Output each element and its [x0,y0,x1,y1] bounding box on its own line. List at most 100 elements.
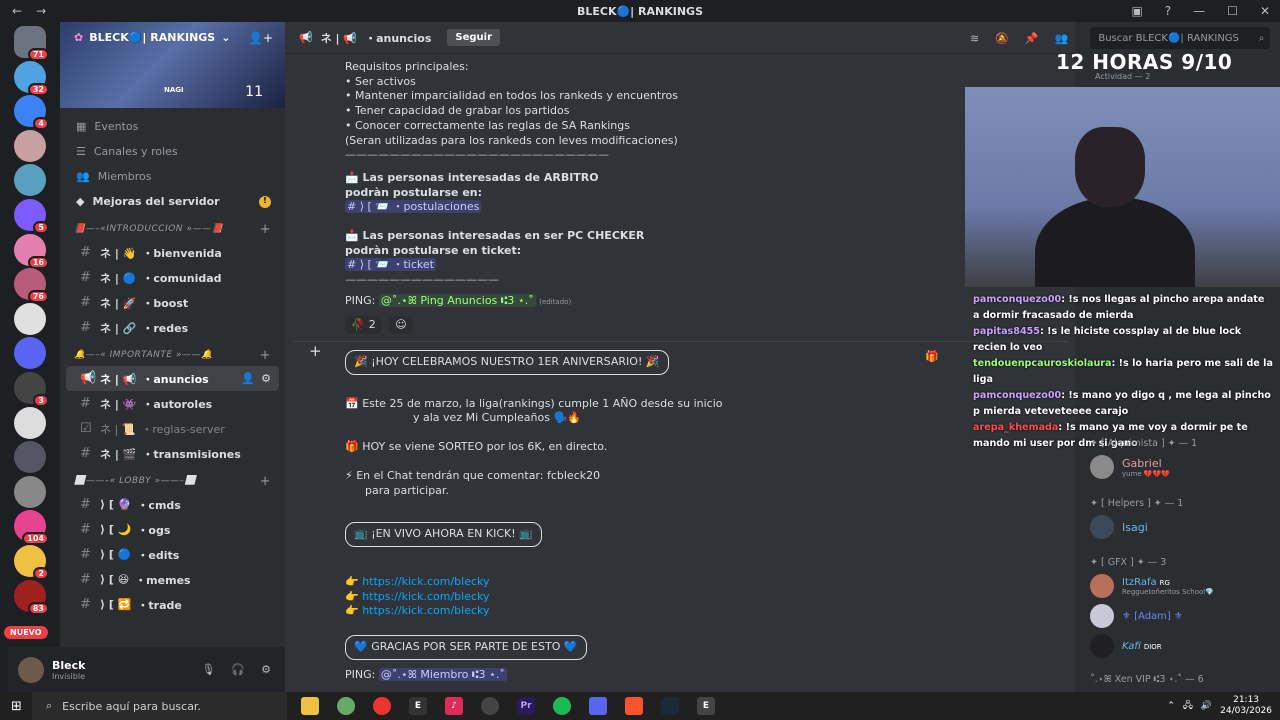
brave-icon[interactable] [625,697,643,715]
server-icon[interactable] [14,406,46,439]
server-icon[interactable] [14,302,46,335]
add-channel-icon[interactable]: + [260,474,271,489]
channel-item[interactable]: # ⟩ [ 🔮 ・cmds [66,492,279,517]
spotify-icon[interactable] [553,697,571,715]
guild-name[interactable]: ✿ BLECK🔵| RANKINGS ⌄ [74,31,230,44]
menu-events[interactable]: ▦ Eventos [60,114,285,139]
steam-icon[interactable] [661,697,679,715]
clock-date[interactable]: 24/03/2026 [1220,706,1272,717]
role-mention[interactable]: @˚.⋆ꕤ Ping Anuncios ⑆3 ⋆.˚ [378,293,536,307]
channel-mention[interactable]: # ⟩ [ 📨 ・postulaciones [345,200,482,214]
kick-link[interactable]: https://kick.com/blecky [362,604,489,617]
invite-icon[interactable]: 👤 [241,372,255,385]
tray-chevron-icon[interactable]: ⌃ [1167,701,1175,711]
add-channel-icon[interactable]: + [260,222,271,237]
network-icon[interactable]: 🖧 [1183,698,1193,714]
channel-item[interactable]: # ⟩ [ 🌙 ・ogs [66,517,279,542]
channel-item[interactable]: # ネ | 👾 ・autoroles [66,391,279,416]
obs-icon[interactable] [481,697,499,715]
tiktok-icon[interactable]: ♪ [445,697,463,715]
volume-icon[interactable]: 🔊 [1201,701,1212,711]
server-icon[interactable] [14,337,46,370]
close-button[interactable]: ✕ [1260,4,1270,18]
channel-item[interactable]: ☑ ネ | 📜 ・reglas-server [66,416,279,441]
server-icon[interactable] [14,164,46,197]
channel-item[interactable]: 📢 ネ | 📢 ・anuncios 👤 ⚙ [66,366,279,391]
guild-banner[interactable]: ✿ BLECK🔵| RANKINGS ⌄ 👤+ NAGI 11 [60,22,285,108]
app-icon[interactable] [337,697,355,715]
server-icon[interactable]: 16 [14,233,49,269]
menu-server-boosts[interactable]: ◆ Mejoras del servidor! [60,189,285,214]
member-row[interactable]: ⚜ [Adam] ⚜ [1090,604,1214,628]
menu-members[interactable]: 👥 Miembros [60,164,285,189]
clock-time[interactable]: 21:13 [1220,695,1272,706]
channel-item[interactable]: # ネ | 🚀 ・boost [66,290,279,315]
channel-item[interactable]: # ⟩ [ 🔵 ・edits [66,542,279,567]
settings-gear-icon[interactable]: ⚙ [261,663,271,676]
server-icon[interactable]: 104 [14,510,49,546]
member-row[interactable]: Kafi DIOR [1090,634,1214,658]
epic-games-icon[interactable]: E [409,697,427,715]
server-icon[interactable]: 5 [14,199,49,234]
inbox-icon[interactable]: ▣ [1131,4,1142,18]
menu-channels-roles[interactable]: ☰ Canales y roles [60,139,285,164]
reaction[interactable]: 🥀 2 [345,315,382,335]
member-row[interactable]: ItzRafa RG Regguetoñeritos School💎 [1090,574,1214,598]
avatar [1090,634,1114,658]
search-input[interactable]: Buscar BLECK🔵| RANKINGS ⌕ [1090,27,1271,49]
pin-icon[interactable]: 📌 [1025,32,1039,45]
server-icon[interactable]: 32 [14,60,49,96]
premiere-icon[interactable]: Pr [517,697,535,715]
taskbar-search[interactable]: ⌕ Escribe aquí para buscar. [32,692,287,720]
server-icon[interactable] [14,475,46,508]
role-mention[interactable]: @˚.⋆ꕤ Miembro ⑆3 ⋆.˚ [378,667,507,681]
headphones-icon[interactable]: 🎧 [231,663,245,676]
message-line: 🎁 HOY se viene SORTEO por los 6K, en dir… [345,440,608,454]
minimize-button[interactable]: — [1193,4,1205,18]
category-lobby[interactable]: ⬜——–« LOBBY »——–⬜ + [60,470,285,492]
windows-start-icon[interactable]: ⊞ [11,699,22,714]
member-row[interactable]: Gabriel yume 💔💔💔 [1090,455,1197,479]
epic-launcher-icon[interactable]: E [697,697,715,715]
channel-item[interactable]: # ネ | 🎬 ・transmisiones [66,441,279,466]
server-icon[interactable] [14,441,46,474]
channel-item[interactable]: # ネ | 👋 ・bienvenida [66,240,279,265]
kick-link[interactable]: https://kick.com/blecky [362,575,489,588]
add-channel-icon[interactable]: + [260,348,271,363]
server-icon[interactable]: 3 [14,372,49,407]
new-badge[interactable]: NUEVO [4,626,48,639]
channel-item[interactable]: # ⟩ [ 😆 ・memes [66,567,279,592]
mute-icon[interactable]: 🔕 [995,32,1009,45]
member-name: Kafi [1122,640,1141,652]
channel-item[interactable]: # ⟩ [ 🔁 ・trade [66,592,279,617]
microphone-icon[interactable]: 🎙 [201,663,215,676]
server-icon[interactable]: 2 [14,545,49,580]
server-icon[interactable]: 76 [14,268,49,304]
follow-button[interactable]: Seguir [447,29,501,46]
server-icon[interactable]: 71 [14,26,49,61]
server-icon[interactable]: 83 [14,579,49,615]
gift-icon[interactable]: 🎁 [925,350,939,363]
gear-icon[interactable]: ⚙ [261,372,271,385]
member-list-icon[interactable]: 👥 [1055,32,1069,45]
discord-icon[interactable] [589,697,607,715]
server-icon[interactable] [14,129,46,162]
category-importante[interactable]: 🔔—–« IMPORTANTE »——🔔 + [60,344,285,366]
maximize-button[interactable]: ☐ [1227,4,1238,18]
invite-icon[interactable]: 👤+ [248,31,273,45]
add-icon[interactable]: + [309,342,322,360]
channel-mention[interactable]: # ⟩ [ 📨 ・ticket [345,258,436,272]
category-introduccion[interactable]: 📕—–«INTRODUCCION »——📕 + [60,218,285,240]
member-row[interactable]: Isagi [1090,515,1183,539]
media-player-icon[interactable] [373,697,391,715]
channel-item[interactable]: # ネ | 🔗 ・redes [66,315,279,340]
add-reaction-icon[interactable]: ☺ [389,315,413,335]
threads-icon[interactable]: ≋ [970,32,979,45]
server-icon[interactable]: 4 [14,95,49,131]
channel-item[interactable]: # ネ | 🔵 ・comunidad [66,265,279,290]
avatar[interactable] [18,656,44,683]
help-icon[interactable]: ? [1165,4,1171,18]
channel-prefix: ネ | 🔵 [100,271,137,285]
file-explorer-icon[interactable] [301,697,319,715]
kick-link[interactable]: https://kick.com/blecky [362,590,489,603]
